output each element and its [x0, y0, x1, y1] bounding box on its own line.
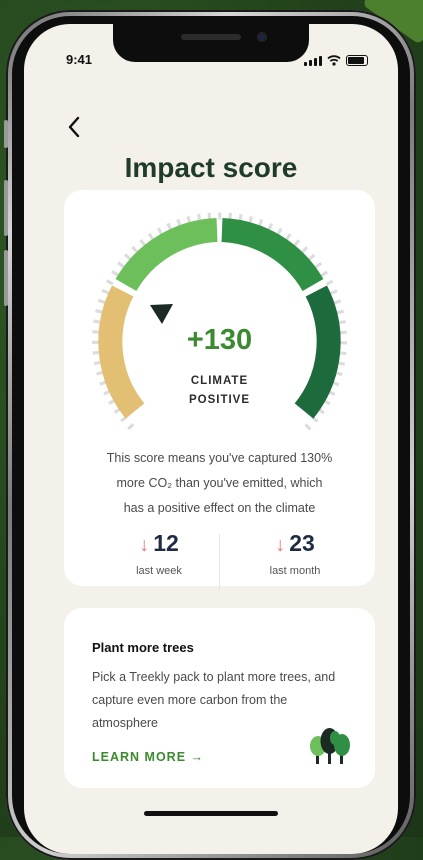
- card-body: Pick a Treekly pack to plant more trees,…: [92, 670, 336, 730]
- stat-last-month: ↓ 23 last month: [230, 530, 360, 577]
- stat-label: last month: [269, 565, 321, 577]
- stat-value: 12: [153, 530, 179, 556]
- stat-value: 23: [289, 530, 315, 556]
- status-time: 9:41: [66, 52, 93, 67]
- volume-up-button: [4, 180, 8, 236]
- signal-icon: [304, 56, 322, 66]
- speaker: [181, 34, 241, 40]
- camera: [257, 32, 267, 42]
- battery-icon: [346, 55, 368, 66]
- gauge-pointer-icon: [150, 304, 173, 324]
- stat-last-week: ↓ 12 last week: [94, 530, 224, 577]
- mute-switch: [4, 120, 8, 148]
- back-arrow-icon[interactable]: [64, 114, 86, 140]
- status-bar: 9:41: [60, 52, 368, 72]
- score-description: This score means you've captured 130% mo…: [106, 451, 333, 515]
- trees-icon: [310, 728, 350, 764]
- wifi-icon: [327, 55, 341, 66]
- card-title: Plant more trees: [92, 640, 194, 655]
- gauge-segment-mid: [115, 218, 218, 292]
- stat-divider: [219, 534, 220, 590]
- volume-down-button: [4, 250, 8, 306]
- score-label: CLIMATE POSITIVE: [188, 375, 251, 406]
- score-value: +130: [186, 324, 253, 356]
- stat-label: last week: [136, 565, 182, 577]
- plant-trees-card: Plant more trees Pick a Treekly pack to …: [64, 608, 375, 788]
- learn-more-link[interactable]: LEARN MORE →: [92, 750, 204, 764]
- page-title: Impact score: [124, 152, 298, 183]
- status-icons: [304, 54, 368, 66]
- gauge-segment-high: [221, 218, 324, 292]
- phone-screen: 9:41 Impact score +130 CLIMATE POSITIVE …: [24, 24, 398, 854]
- down-arrow-icon: ↓: [275, 534, 286, 556]
- down-arrow-icon: ↓: [139, 534, 150, 556]
- impact-score-card: +130 CLIMATE POSITIVE This score means y…: [64, 190, 375, 590]
- home-indicator: [144, 811, 278, 816]
